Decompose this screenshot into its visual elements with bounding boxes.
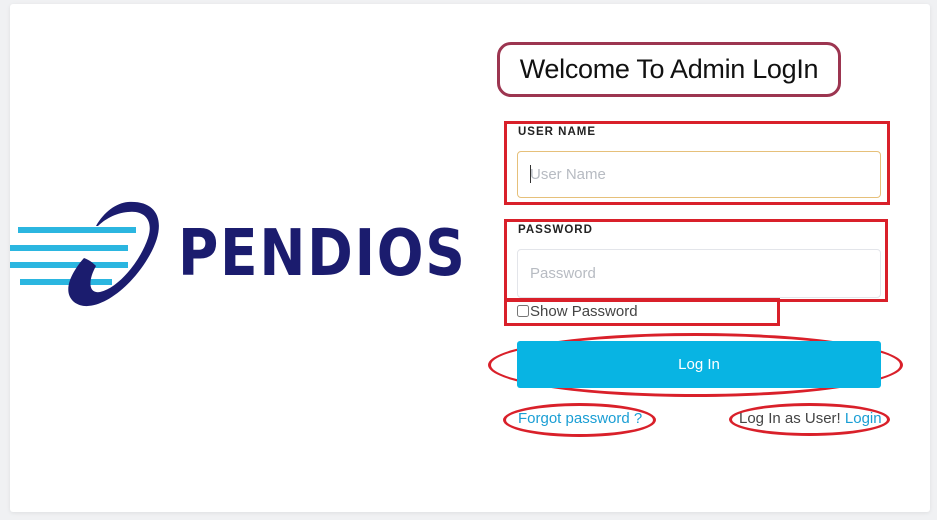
page-title: Welcome To Admin LogIn: [497, 42, 841, 97]
password-label: PASSWORD: [518, 224, 593, 236]
show-password-checkbox[interactable]: [517, 305, 529, 317]
username-label: USER NAME: [518, 126, 597, 138]
login-button[interactable]: Log In: [517, 341, 881, 388]
user-login-text: Log In as User!: [739, 410, 841, 427]
username-input[interactable]: [517, 151, 881, 198]
pendios-logo: PENDIOS: [10, 200, 470, 320]
text-cursor: [530, 165, 531, 183]
logo-swoosh-icon: [10, 201, 159, 307]
show-password-label: Show Password: [530, 302, 638, 320]
user-login-link[interactable]: Login: [845, 410, 882, 427]
forgot-password-link[interactable]: Forgot password ?: [518, 410, 642, 427]
password-input[interactable]: [517, 249, 881, 298]
show-password-toggle[interactable]: Show Password: [517, 302, 638, 320]
user-login-prompt: Log In as User! Login: [739, 410, 882, 427]
brand-wordmark: PENDIOS: [178, 217, 467, 291]
